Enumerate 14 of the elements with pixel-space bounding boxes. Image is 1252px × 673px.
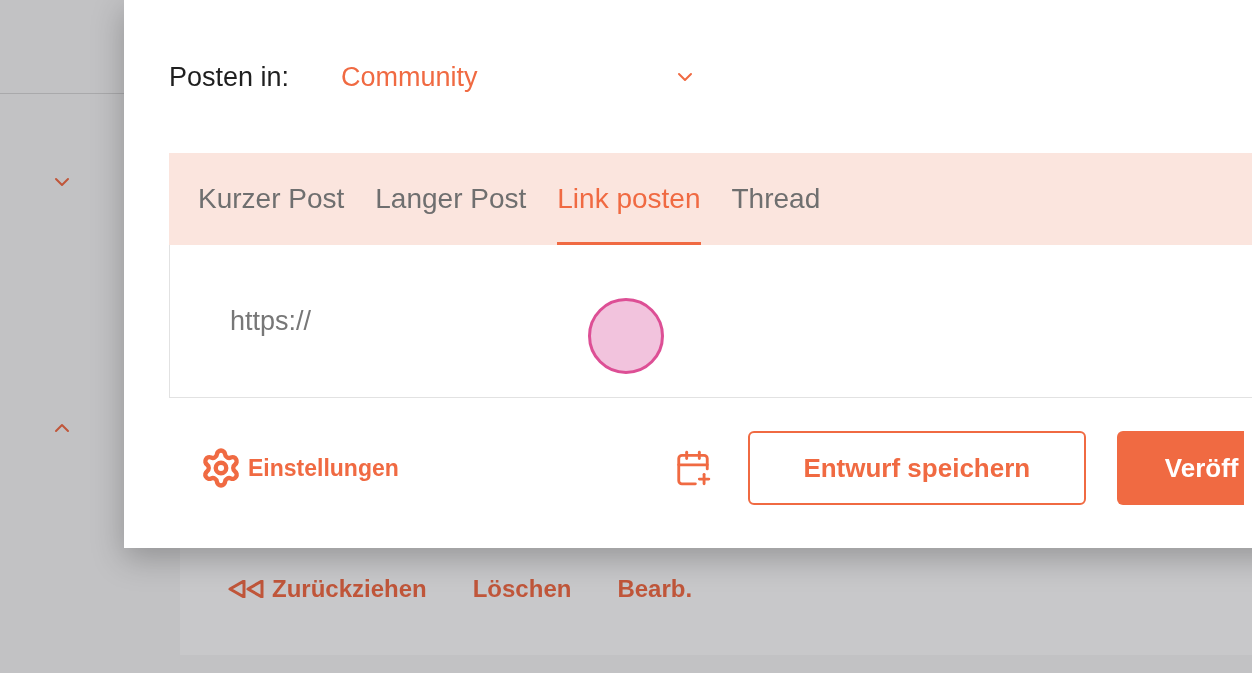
action-link[interactable]: Löschen: [472, 577, 572, 601]
tab[interactable]: Link posten: [557, 183, 701, 245]
settings-icon: [200, 447, 242, 489]
community-dropdown[interactable]: Community: [341, 56, 697, 98]
settings-button[interactable]: Einstellungen: [200, 447, 399, 489]
tab[interactable]: Kurzer Post: [198, 183, 345, 245]
tab[interactable]: Langer Post: [375, 183, 527, 245]
rewind-icon: [228, 580, 266, 598]
retract-button[interactable]: Zurückziehen: [228, 577, 427, 601]
save-draft-button[interactable]: Entwurf speichern: [747, 431, 1086, 505]
publish-button[interactable]: Veröff: [1116, 431, 1244, 505]
action-link[interactable]: Bearb.: [617, 577, 693, 601]
post-in-label: Posten in:: [169, 60, 291, 94]
tab[interactable]: Thread: [731, 183, 821, 245]
